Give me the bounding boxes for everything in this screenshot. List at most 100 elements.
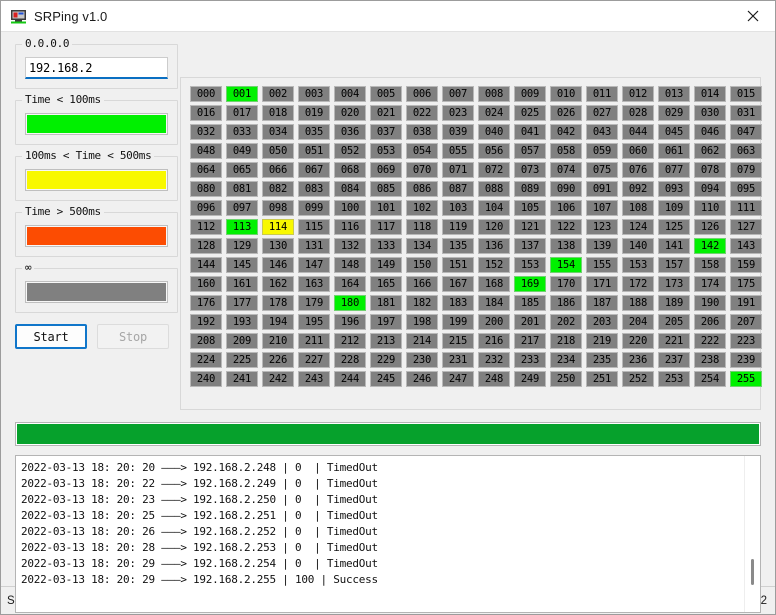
host-cell[interactable]: 208 — [190, 333, 222, 349]
host-cell[interactable]: 094 — [694, 181, 726, 197]
host-cell[interactable]: 010 — [550, 86, 582, 102]
host-cell[interactable]: 207 — [730, 314, 762, 330]
log-scrollbar-thumb[interactable] — [751, 559, 754, 585]
host-cell[interactable]: 185 — [514, 295, 546, 311]
host-cell[interactable]: 136 — [478, 238, 510, 254]
host-cell[interactable]: 223 — [730, 333, 762, 349]
host-cell[interactable]: 108 — [622, 200, 654, 216]
host-cell[interactable]: 233 — [514, 352, 546, 368]
host-cell[interactable]: 144 — [190, 257, 222, 273]
host-cell[interactable]: 142 — [694, 238, 726, 254]
host-cell[interactable]: 013 — [658, 86, 690, 102]
host-cell[interactable]: 088 — [478, 181, 510, 197]
host-cell[interactable]: 146 — [262, 257, 294, 273]
host-cell[interactable]: 120 — [478, 219, 510, 235]
host-cell[interactable]: 133 — [370, 238, 402, 254]
host-cell[interactable]: 070 — [406, 162, 438, 178]
host-cell[interactable]: 061 — [658, 143, 690, 159]
host-cell[interactable]: 064 — [190, 162, 222, 178]
host-cell[interactable]: 089 — [514, 181, 546, 197]
host-cell[interactable]: 168 — [478, 276, 510, 292]
host-cell[interactable]: 165 — [370, 276, 402, 292]
host-cell[interactable]: 204 — [622, 314, 654, 330]
host-cell[interactable]: 236 — [622, 352, 654, 368]
host-cell[interactable]: 021 — [370, 105, 402, 121]
host-cell[interactable]: 227 — [298, 352, 330, 368]
host-cell[interactable]: 111 — [730, 200, 762, 216]
host-cell[interactable]: 049 — [226, 143, 258, 159]
host-cell[interactable]: 241 — [226, 371, 258, 387]
host-cell[interactable]: 222 — [694, 333, 726, 349]
host-cell[interactable]: 196 — [334, 314, 366, 330]
host-cell[interactable]: 169 — [514, 276, 546, 292]
host-cell[interactable]: 220 — [622, 333, 654, 349]
ip-input[interactable] — [25, 57, 168, 79]
host-cell[interactable]: 247 — [442, 371, 474, 387]
host-cell[interactable]: 175 — [730, 276, 762, 292]
host-cell[interactable]: 176 — [190, 295, 222, 311]
host-cell[interactable]: 054 — [406, 143, 438, 159]
host-cell[interactable]: 210 — [262, 333, 294, 349]
host-cell[interactable]: 180 — [334, 295, 366, 311]
host-cell[interactable]: 186 — [550, 295, 582, 311]
host-cell[interactable]: 034 — [262, 124, 294, 140]
host-cell[interactable]: 086 — [406, 181, 438, 197]
host-cell[interactable]: 151 — [442, 257, 474, 273]
host-cell[interactable]: 195 — [298, 314, 330, 330]
host-cell[interactable]: 057 — [514, 143, 546, 159]
host-cell[interactable]: 040 — [478, 124, 510, 140]
host-cell[interactable]: 041 — [514, 124, 546, 140]
host-cell[interactable]: 167 — [442, 276, 474, 292]
host-cell[interactable]: 085 — [370, 181, 402, 197]
host-cell[interactable]: 201 — [514, 314, 546, 330]
host-cell[interactable]: 079 — [730, 162, 762, 178]
host-cell[interactable]: 097 — [226, 200, 258, 216]
host-cell[interactable]: 027 — [586, 105, 618, 121]
host-cell[interactable]: 019 — [298, 105, 330, 121]
host-cell[interactable]: 221 — [658, 333, 690, 349]
host-cell[interactable]: 197 — [370, 314, 402, 330]
host-cell[interactable]: 037 — [370, 124, 402, 140]
host-cell[interactable]: 090 — [550, 181, 582, 197]
host-cell[interactable]: 248 — [478, 371, 510, 387]
host-cell[interactable]: 053 — [370, 143, 402, 159]
host-cell[interactable]: 125 — [658, 219, 690, 235]
host-cell[interactable]: 074 — [550, 162, 582, 178]
host-cell[interactable]: 039 — [442, 124, 474, 140]
host-cell[interactable]: 160 — [190, 276, 222, 292]
host-cell[interactable]: 025 — [514, 105, 546, 121]
host-cell[interactable]: 202 — [550, 314, 582, 330]
host-cell[interactable]: 102 — [406, 200, 438, 216]
host-cell[interactable]: 166 — [406, 276, 438, 292]
host-cell[interactable]: 154 — [550, 257, 582, 273]
host-cell[interactable]: 199 — [442, 314, 474, 330]
host-cell[interactable]: 017 — [226, 105, 258, 121]
host-cell[interactable]: 188 — [622, 295, 654, 311]
host-cell[interactable]: 182 — [406, 295, 438, 311]
host-cell[interactable]: 058 — [550, 143, 582, 159]
host-cell[interactable]: 075 — [586, 162, 618, 178]
host-cell[interactable]: 030 — [694, 105, 726, 121]
host-cell[interactable]: 124 — [622, 219, 654, 235]
host-cell[interactable]: 145 — [226, 257, 258, 273]
host-cell[interactable]: 015 — [730, 86, 762, 102]
host-cell[interactable]: 209 — [226, 333, 258, 349]
host-cell[interactable]: 093 — [658, 181, 690, 197]
host-cell[interactable]: 109 — [658, 200, 690, 216]
host-cell[interactable]: 035 — [298, 124, 330, 140]
host-cell[interactable]: 014 — [694, 86, 726, 102]
host-cell[interactable]: 029 — [658, 105, 690, 121]
host-cell[interactable]: 069 — [370, 162, 402, 178]
host-cell[interactable]: 047 — [730, 124, 762, 140]
host-cell[interactable]: 026 — [550, 105, 582, 121]
host-cell[interactable]: 008 — [478, 86, 510, 102]
host-cell[interactable]: 143 — [730, 238, 762, 254]
host-cell[interactable]: 158 — [694, 257, 726, 273]
host-cell[interactable]: 246 — [406, 371, 438, 387]
host-cell[interactable]: 237 — [658, 352, 690, 368]
host-cell[interactable]: 130 — [262, 238, 294, 254]
host-cell[interactable]: 106 — [550, 200, 582, 216]
host-cell[interactable]: 043 — [586, 124, 618, 140]
host-cell[interactable]: 187 — [586, 295, 618, 311]
host-cell[interactable]: 060 — [622, 143, 654, 159]
